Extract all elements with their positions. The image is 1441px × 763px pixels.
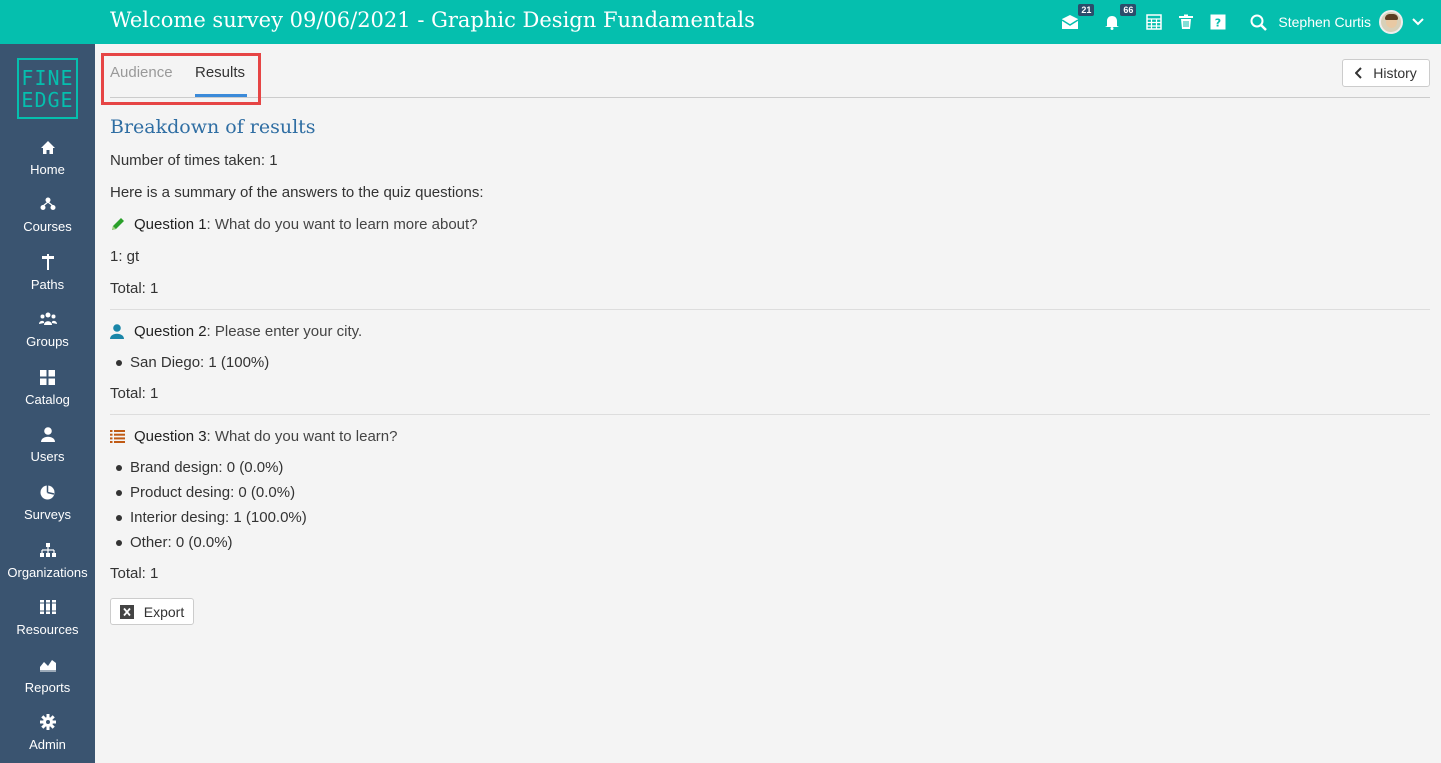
chevron-down-icon[interactable]: [1411, 17, 1425, 27]
question-2-total: Total: 1: [110, 385, 159, 402]
search-icon: [1250, 14, 1267, 31]
list-item: Product desing: 0 (0.0%): [116, 484, 295, 501]
sidebar-item-admin[interactable]: Admin: [0, 713, 95, 763]
summary-text: Here is a summary of the answers to the …: [110, 184, 484, 201]
pencil-icon: [112, 218, 124, 230]
area-chart-icon: [39, 660, 56, 672]
sidebar-item-courses[interactable]: Courses: [0, 195, 95, 245]
list-item: Other: 0 (0.0%): [116, 534, 233, 551]
logo[interactable]: FINE EDGE: [17, 58, 78, 119]
home-icon: [40, 140, 55, 154]
question-3-header: Question 3: What do you want to learn?: [110, 428, 398, 445]
top-bar: Welcome survey 09/06/2021 - Graphic Desi…: [0, 0, 1441, 44]
question-1-answer: 1: gt: [110, 248, 140, 265]
trash-button[interactable]: [1176, 12, 1196, 32]
bell-icon: [1105, 16, 1120, 30]
list-icon: [110, 430, 125, 443]
sidebar-item-reports[interactable]: Reports: [0, 656, 95, 706]
divider: [110, 309, 1430, 310]
svg-text:?: ?: [1215, 17, 1221, 30]
header-actions: 21 66 ? Stephen Curtis: [1048, 0, 1425, 44]
courses-icon: [40, 197, 55, 210]
question-2-header: Question 2: Please enter your city.: [110, 323, 362, 340]
grid-icon: [40, 369, 55, 385]
list-item: Interior desing: 1 (100.0%): [116, 509, 307, 526]
tab-bar: Audience Results History: [101, 44, 1430, 105]
sidebar: FINE EDGE Home Courses Paths Groups Cata…: [0, 44, 95, 763]
user-icon: [40, 426, 55, 442]
question-1-header: Question 1: What do you want to learn mo…: [110, 216, 478, 233]
signpost-icon: [41, 254, 54, 270]
divider: [110, 414, 1430, 415]
chevron-left-icon: [1355, 67, 1362, 79]
sidebar-item-home[interactable]: Home: [0, 138, 95, 188]
trash-icon: [1179, 14, 1194, 29]
sidebar-item-surveys[interactable]: Surveys: [0, 483, 95, 533]
help-icon: ?: [1210, 14, 1226, 30]
sidebar-item-catalog[interactable]: Catalog: [0, 368, 95, 418]
highlight-box: [101, 53, 261, 105]
list-item: Brand design: 0 (0.0%): [116, 459, 283, 476]
section-title: Breakdown of results: [110, 116, 316, 138]
notifications-badge: 66: [1120, 4, 1137, 16]
user-icon: [110, 324, 124, 339]
groups-icon: [38, 312, 57, 325]
envelope-icon: [1061, 15, 1079, 29]
gear-icon: [39, 714, 56, 730]
help-button[interactable]: ?: [1208, 12, 1228, 32]
avatar[interactable]: [1379, 10, 1403, 34]
search-button[interactable]: [1248, 12, 1268, 32]
books-icon: [39, 600, 56, 614]
messages-badge: 21: [1078, 4, 1095, 16]
sidebar-item-organizations[interactable]: Organizations: [0, 541, 95, 591]
history-button[interactable]: History: [1342, 59, 1430, 87]
sidebar-item-users[interactable]: Users: [0, 425, 95, 475]
user-name[interactable]: Stephen Curtis: [1278, 14, 1371, 30]
sidebar-item-groups[interactable]: Groups: [0, 310, 95, 360]
question-3-total: Total: 1: [110, 565, 159, 582]
sidebar-item-resources[interactable]: Resources: [0, 598, 95, 648]
times-taken: Number of times taken: 1: [110, 152, 278, 169]
notifications-button[interactable]: 66: [1102, 4, 1137, 32]
pie-chart-icon: [40, 485, 55, 499]
calendar-icon: [1146, 14, 1163, 30]
messages-button[interactable]: 21: [1060, 4, 1095, 32]
calendar-button[interactable]: [1144, 12, 1164, 32]
list-item: San Diego: 1 (100%): [116, 354, 269, 371]
excel-icon: [119, 604, 134, 619]
question-1-total: Total: 1: [110, 280, 159, 297]
page-title: Welcome survey 09/06/2021 - Graphic Desi…: [110, 8, 755, 32]
sidebar-item-paths[interactable]: Paths: [0, 253, 95, 303]
export-button[interactable]: Export: [110, 598, 194, 625]
org-chart-icon: [39, 542, 56, 557]
